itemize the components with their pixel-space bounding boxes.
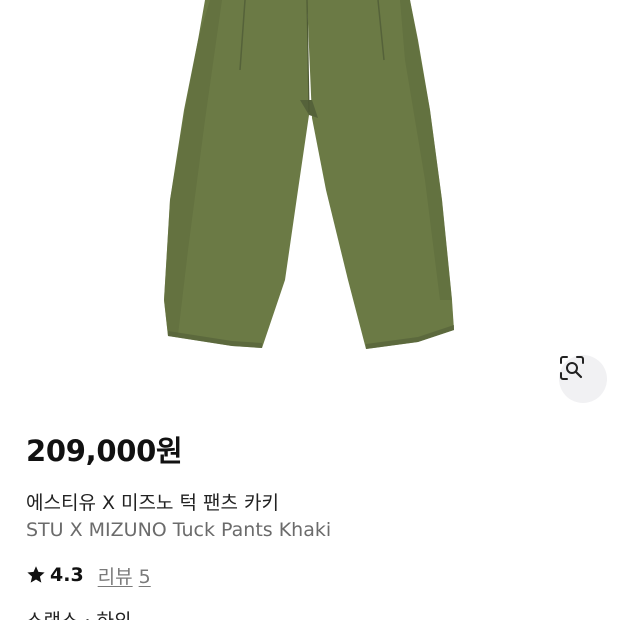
product-title-korean: 에스티유 X 미즈노 턱 팬츠 카키 [26,492,279,514]
category-line: 스랙스 · 하의 [26,606,132,620]
product-title-english: STU X MIZUNO Tuck Pants Khaki [26,519,332,541]
rating-row: 4.3 리뷰 5 [26,562,151,588]
review-label: 리뷰 [97,565,133,588]
khaki-pants-photo [164,0,454,349]
product-price: 209,000원 [26,434,183,468]
review-count: 5 [138,565,151,588]
product-detail-page: 209,000원 에스티유 X 미즈노 턱 팬츠 카키 STU X MIZUNO… [0,0,620,620]
product-image[interactable] [0,0,620,420]
rating-value: 4.3 [50,564,84,586]
camera-scan-icon [560,356,584,380]
review-link[interactable]: 리뷰 5 [98,562,151,589]
visual-search-button[interactable] [559,355,607,403]
star-icon [27,566,45,583]
